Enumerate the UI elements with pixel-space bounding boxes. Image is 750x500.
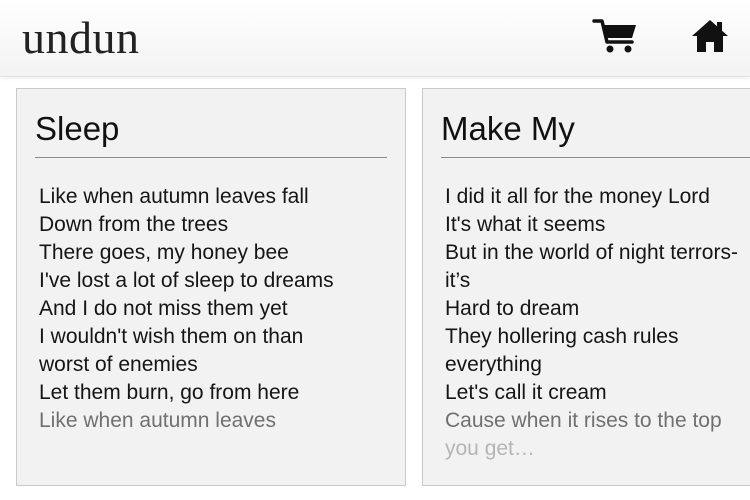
app-header: undun [0, 0, 750, 77]
song-card-sleep[interactable]: Sleep Like when autumn leaves fall Down … [16, 88, 406, 486]
home-button[interactable] [684, 16, 736, 56]
song-title: Sleep [35, 110, 120, 147]
lyric-line: I've lost a lot of sleep to dreams [39, 269, 334, 292]
lyric-line: Hard to dream [445, 297, 580, 320]
lyrics-preview: I did it all for the money Lord It's wha… [445, 183, 738, 463]
title-divider [35, 157, 387, 158]
lyric-line: Cause when it rises to the top [445, 409, 722, 432]
lyrics-preview: Like when autumn leaves fall Down from t… [39, 183, 334, 435]
lyric-line: Like when autumn leaves fall [39, 185, 309, 208]
brand-logo[interactable]: undun [22, 10, 140, 66]
lyric-line: It's what it seems [445, 213, 606, 236]
song-card-make-my[interactable]: Make My I did it all for the money Lord … [422, 88, 750, 486]
lyric-line: worst of enemies [39, 353, 198, 376]
lyric-line: Down from the trees [39, 213, 229, 236]
title-divider [441, 157, 750, 158]
lyric-line: I did it all for the money Lord [445, 185, 710, 208]
home-icon [692, 20, 728, 52]
lyric-line: I wouldn't wish them on than [39, 325, 304, 348]
lyric-line: Let's call it cream [445, 381, 607, 404]
cart-icon [592, 19, 636, 53]
lyric-line: Like when autumn leaves [39, 409, 276, 432]
lyric-line: But in the world of night terrors- [445, 241, 738, 264]
lyric-line: There goes, my honey bee [39, 241, 289, 264]
lyric-line: you get… [445, 437, 535, 460]
lyric-line: They hollering cash rules [445, 325, 679, 348]
lyric-line: it’s [445, 269, 471, 292]
cart-button[interactable] [590, 16, 642, 56]
song-title: Make My [441, 110, 575, 147]
lyric-line: everything [445, 353, 542, 376]
lyric-line: And I do not miss them yet [39, 297, 288, 320]
lyric-line: Let them burn, go from here [39, 381, 300, 404]
